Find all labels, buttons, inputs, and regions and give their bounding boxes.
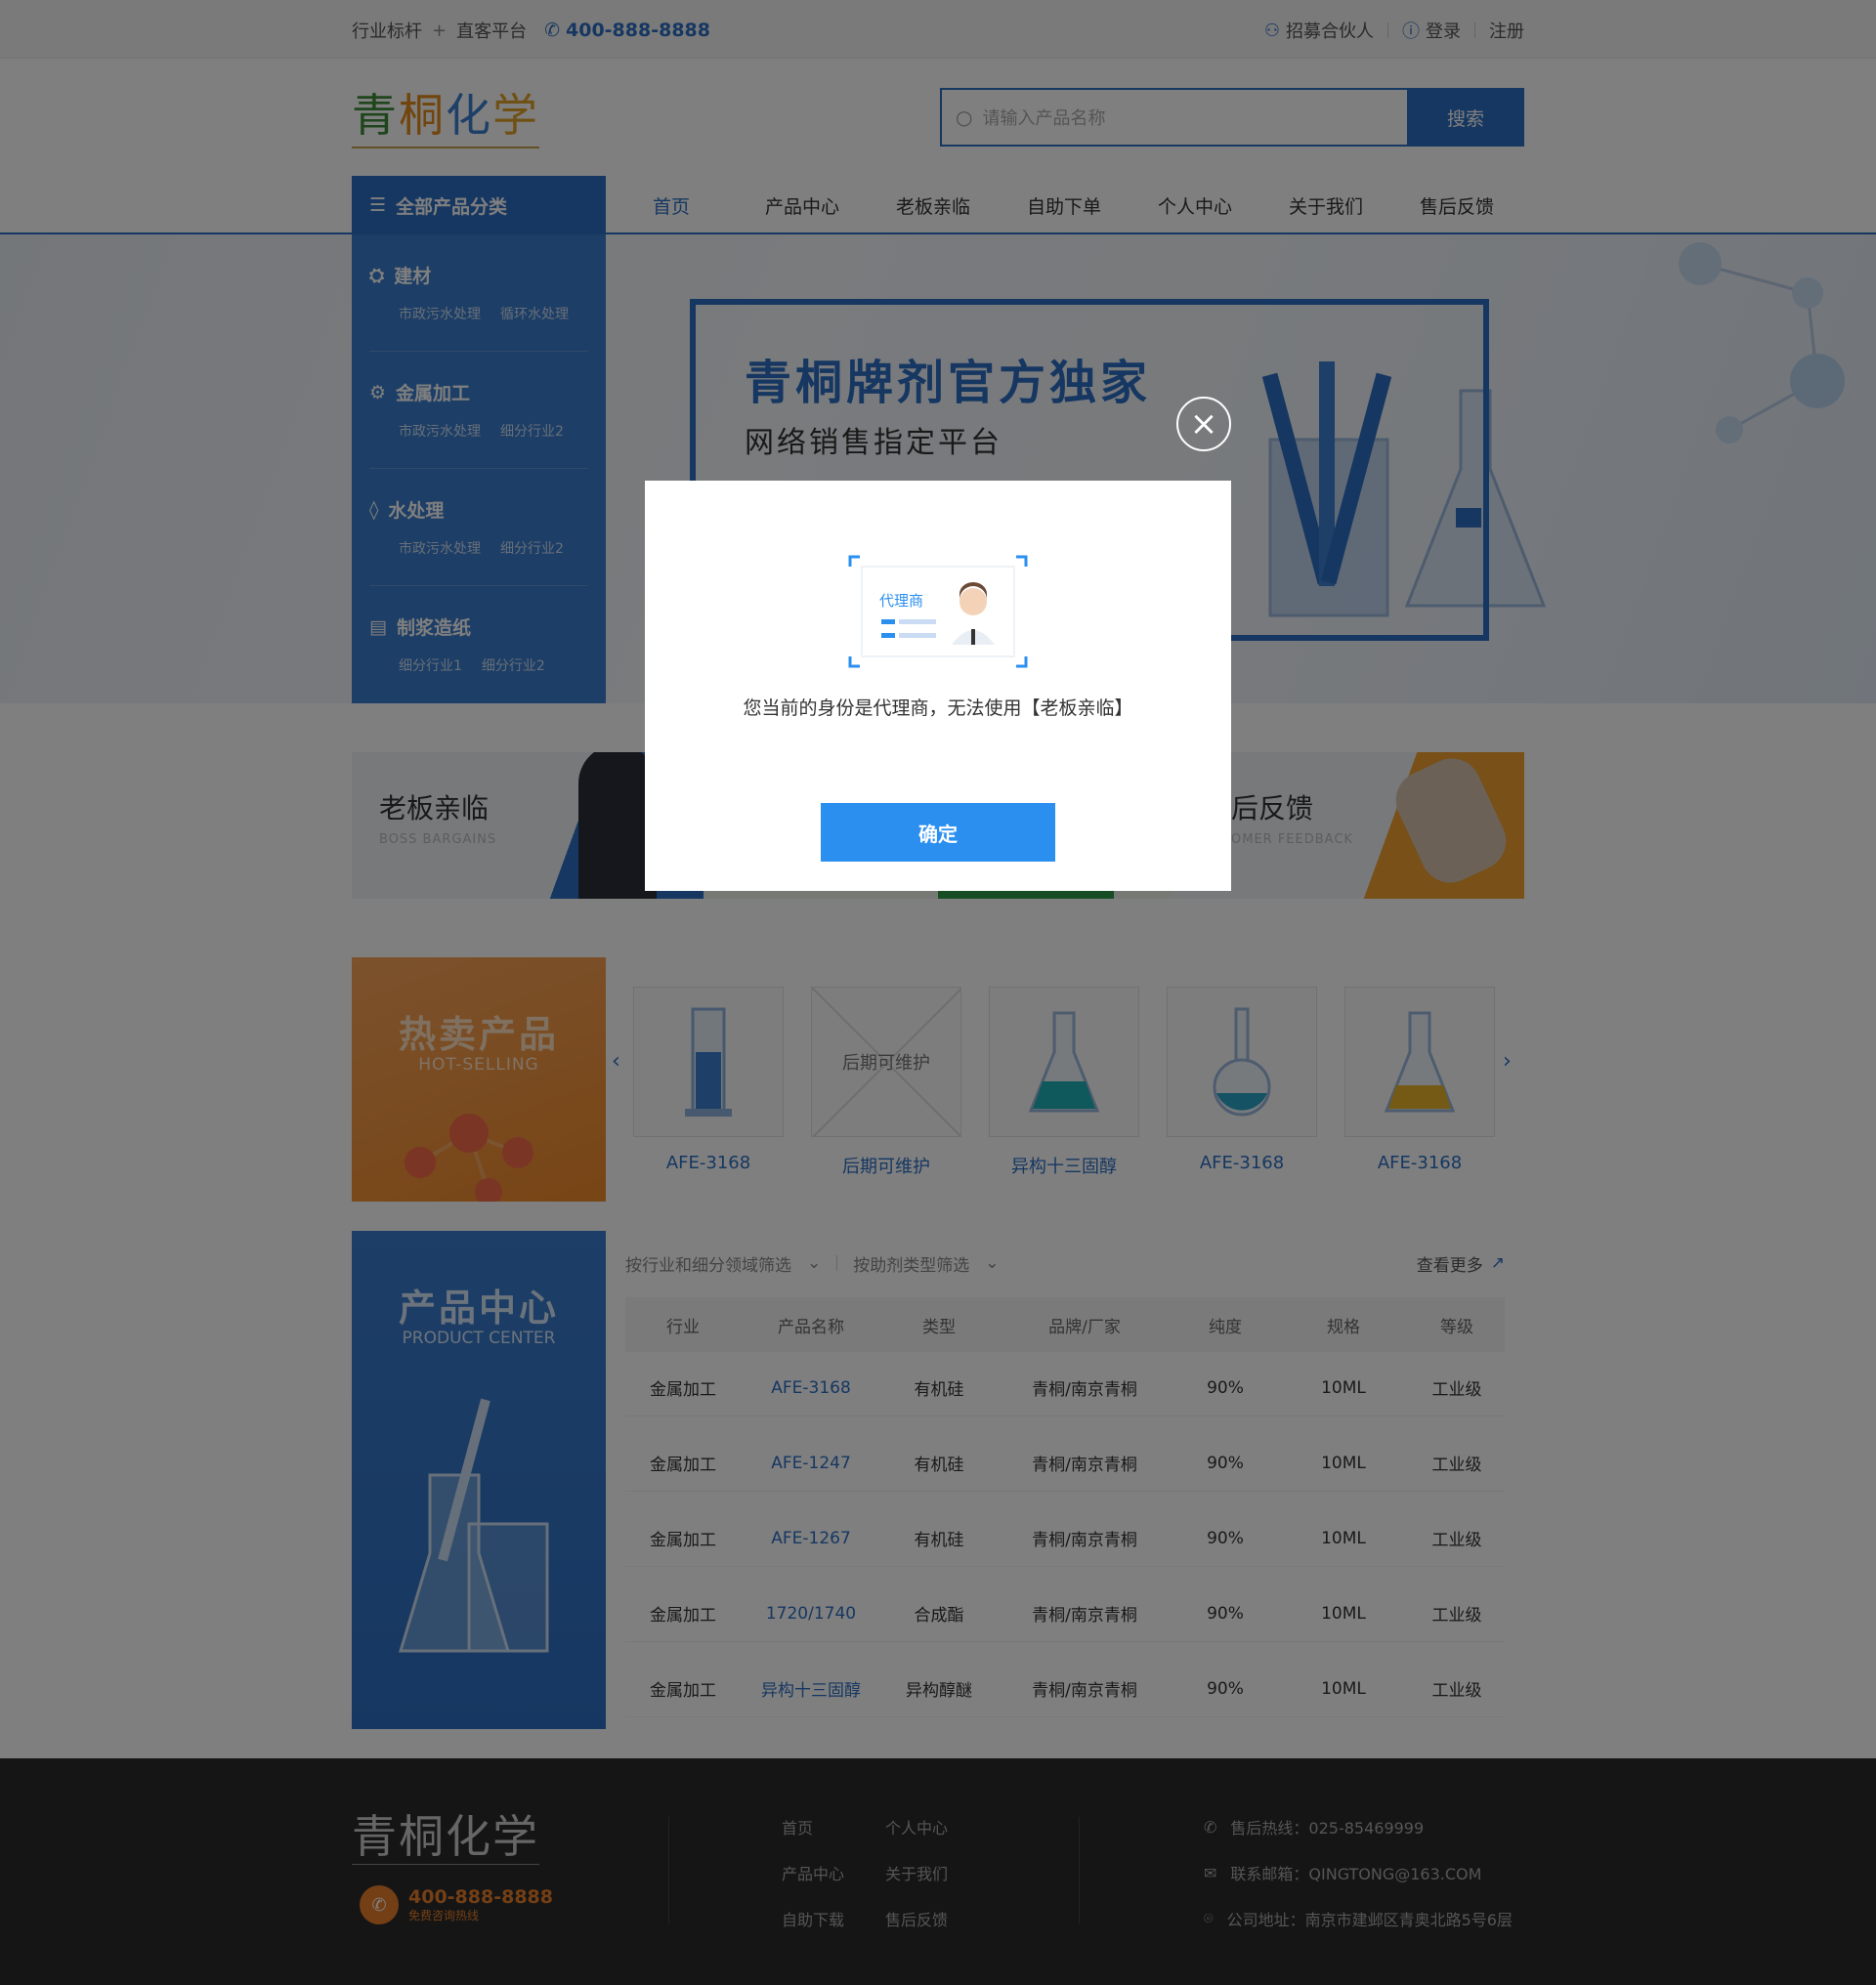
agent-card-illustration — [848, 555, 1028, 668]
confirm-button[interactable]: 确定 — [821, 803, 1055, 862]
agent-card-label: 代理商 — [879, 592, 924, 610]
dialog-message: 您当前的身份是代理商，无法使用【老板亲临】 — [743, 697, 1133, 719]
close-icon[interactable]: × — [1176, 397, 1231, 451]
modal-overlay[interactable] — [0, 0, 1876, 1985]
identity-dialog: 代理商 您当前的身份是代理商，无法使用【老板亲临】 确定 — [645, 481, 1231, 891]
